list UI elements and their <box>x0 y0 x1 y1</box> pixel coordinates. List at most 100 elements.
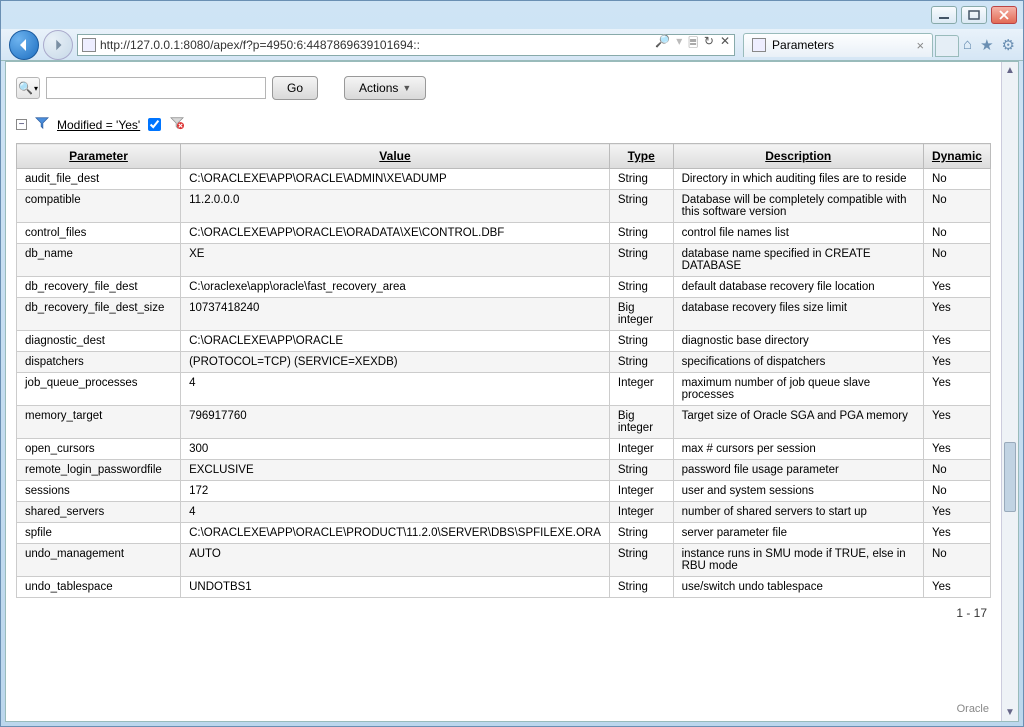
scroll-up-icon[interactable]: ▲ <box>1002 62 1018 79</box>
home-icon[interactable]: ⌂ <box>963 36 972 54</box>
table-row: audit_file_destC:\ORACLEXE\APP\ORACLE\AD… <box>17 169 991 190</box>
tab-close-icon[interactable]: × <box>916 38 924 53</box>
scrollbar[interactable]: ▲ ▼ <box>1001 62 1018 721</box>
table-cell: C:\oraclexe\app\oracle\fast_recovery_are… <box>181 277 610 298</box>
table-cell: String <box>609 523 673 544</box>
filter-delete-icon[interactable] <box>169 116 185 133</box>
column-header-parameter[interactable]: Parameter <box>17 144 181 169</box>
table-cell: 172 <box>181 481 610 502</box>
table-row: db_nameXEStringdatabase name specified i… <box>17 244 991 277</box>
table-cell: shared_servers <box>17 502 181 523</box>
table-cell: db_name <box>17 244 181 277</box>
chevron-down-icon: ▼ <box>402 83 411 93</box>
go-label: Go <box>287 81 303 95</box>
column-header-dynamic[interactable]: Dynamic <box>923 144 990 169</box>
table-cell: 10737418240 <box>181 298 610 331</box>
separator: ▾ <box>676 34 682 55</box>
table-cell: Big integer <box>609 406 673 439</box>
table-cell: spfile <box>17 523 181 544</box>
column-header-type[interactable]: Type <box>609 144 673 169</box>
table-cell: Big integer <box>609 298 673 331</box>
table-cell: password file usage parameter <box>673 460 923 481</box>
table-cell: compatible <box>17 190 181 223</box>
table-cell: undo_management <box>17 544 181 577</box>
scroll-thumb[interactable] <box>1004 442 1016 512</box>
table-cell: number of shared servers to start up <box>673 502 923 523</box>
table-row: shared_servers4Integernumber of shared s… <box>17 502 991 523</box>
table-cell: String <box>609 577 673 598</box>
table-cell: open_cursors <box>17 439 181 460</box>
forward-button[interactable] <box>43 30 73 60</box>
table-cell: Yes <box>923 277 990 298</box>
col-value-label: Value <box>379 149 410 163</box>
stop-button[interactable]: ✕ <box>720 34 730 55</box>
table-cell: 4 <box>181 373 610 406</box>
table-cell: No <box>923 481 990 502</box>
filter-enable-checkbox[interactable] <box>148 118 161 131</box>
table-row: db_recovery_file_destC:\oraclexe\app\ora… <box>17 277 991 298</box>
table-cell: Directory in which auditing files are to… <box>673 169 923 190</box>
favorites-icon[interactable]: ★ <box>980 36 993 54</box>
table-cell: No <box>923 223 990 244</box>
filter-icon <box>35 116 49 133</box>
table-row: open_cursors300Integermax # cursors per … <box>17 439 991 460</box>
maximize-button[interactable] <box>961 6 987 24</box>
table-row: spfileC:\ORACLEXE\APP\ORACLE\PRODUCT\11.… <box>17 523 991 544</box>
column-header-value[interactable]: Value <box>181 144 610 169</box>
footer-brand: Oracle <box>957 703 989 715</box>
table-cell: String <box>609 190 673 223</box>
col-dynamic-label: Dynamic <box>932 149 982 163</box>
col-type-label: Type <box>628 149 655 163</box>
table-cell: db_recovery_file_dest <box>17 277 181 298</box>
browser-tab[interactable]: Parameters × <box>743 33 933 57</box>
filter-row: − Modified = 'Yes' <box>16 116 991 133</box>
table-cell: diagnostic_dest <box>17 331 181 352</box>
table-cell: job_queue_processes <box>17 373 181 406</box>
browser-window: http://127.0.0.1:8080/apex/f?p=4950:6:44… <box>0 0 1024 727</box>
new-tab-button[interactable] <box>935 35 959 57</box>
filter-label[interactable]: Modified = 'Yes' <box>57 118 140 132</box>
compat-icon[interactable]: 🗏 <box>688 34 698 55</box>
table-cell: diagnostic base directory <box>673 331 923 352</box>
search-dropdown-icon[interactable]: 🔎 <box>655 34 670 55</box>
close-button[interactable] <box>991 6 1017 24</box>
minimize-button[interactable] <box>931 6 957 24</box>
table-cell: specifications of dispatchers <box>673 352 923 373</box>
collapse-icon[interactable]: − <box>16 119 27 130</box>
search-column-selector[interactable]: 🔍▾ <box>16 77 40 99</box>
table-cell: String <box>609 223 673 244</box>
table-cell: String <box>609 331 673 352</box>
table-cell: (PROTOCOL=TCP) (SERVICE=XEXDB) <box>181 352 610 373</box>
table-cell: C:\ORACLEXE\APP\ORACLE <box>181 331 610 352</box>
tabstrip: Parameters × <box>743 33 959 57</box>
content-area: 🔍▾ Go Actions ▼ − Modified = 'Yes' Parame… <box>5 61 1019 722</box>
col-description-label: Description <box>765 149 831 163</box>
table-cell: maximum number of job queue slave proces… <box>673 373 923 406</box>
page-icon <box>82 38 96 52</box>
table-row: control_filesC:\ORACLEXE\APP\ORACLE\ORAD… <box>17 223 991 244</box>
table-cell: No <box>923 544 990 577</box>
table-cell: user and system sessions <box>673 481 923 502</box>
actions-button[interactable]: Actions ▼ <box>344 76 426 100</box>
scroll-down-icon[interactable]: ▼ <box>1002 704 1018 721</box>
table-cell: max # cursors per session <box>673 439 923 460</box>
go-button[interactable]: Go <box>272 76 318 100</box>
col-parameter-label: Parameter <box>69 149 128 163</box>
refresh-button[interactable]: ↻ <box>704 34 714 55</box>
address-bar[interactable]: http://127.0.0.1:8080/apex/f?p=4950:6:44… <box>77 34 735 56</box>
table-cell: Target size of Oracle SGA and PGA memory <box>673 406 923 439</box>
table-cell: Yes <box>923 523 990 544</box>
parameters-table: Parameter Value Type Description Dynamic… <box>16 143 991 598</box>
table-cell: String <box>609 352 673 373</box>
column-header-description[interactable]: Description <box>673 144 923 169</box>
table-row: job_queue_processes4Integermaximum numbe… <box>17 373 991 406</box>
tools-gear-icon[interactable]: ⚙ <box>1002 36 1015 54</box>
search-input[interactable] <box>46 77 266 99</box>
table-cell: Integer <box>609 502 673 523</box>
actions-label: Actions <box>359 81 398 95</box>
back-button[interactable] <box>9 30 39 60</box>
page-body: 🔍▾ Go Actions ▼ − Modified = 'Yes' Parame… <box>6 62 1001 721</box>
table-row: undo_tablespaceUNDOTBS1Stringuse/switch … <box>17 577 991 598</box>
table-cell: No <box>923 460 990 481</box>
table-cell: database recovery files size limit <box>673 298 923 331</box>
